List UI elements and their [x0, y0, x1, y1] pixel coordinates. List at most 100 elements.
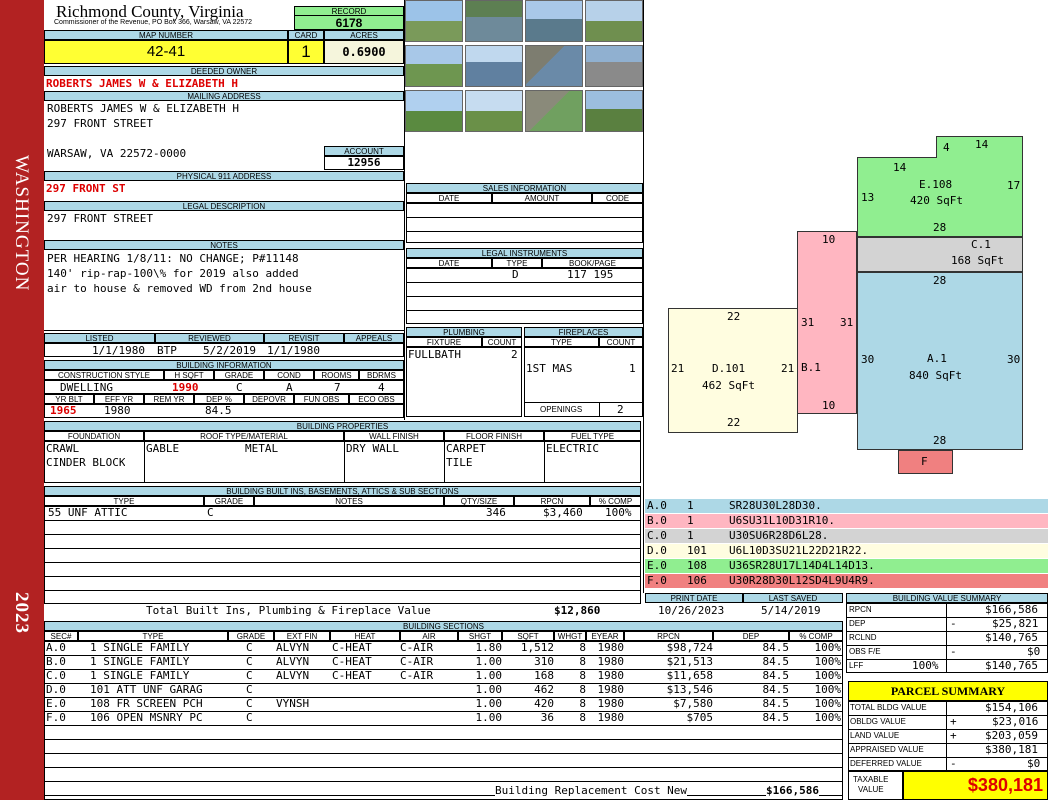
effyr-value: 1980	[104, 404, 131, 417]
li-book-value: 117 195	[567, 268, 614, 281]
legend-desc: U6SU31L10D31R10.	[729, 514, 835, 527]
roof-header: ROOF TYPE/MATERIAL	[144, 431, 344, 441]
parcel-obldg-sign: +	[950, 715, 957, 728]
table-cell: 84.5	[762, 711, 790, 724]
mailing-line-1: ROBERTS JAMES W & ELIZABETH H	[47, 102, 240, 115]
sections-col-header: RPCN	[624, 631, 713, 641]
table-cell: 1980	[597, 669, 625, 682]
bvs-obs-sign: -	[950, 645, 957, 658]
bvs-lfr-label: LFF	[849, 661, 864, 670]
dim-b-right: 31	[840, 316, 854, 329]
sketch-f-label: F	[921, 455, 928, 468]
dim-e-bottom: 28	[933, 221, 947, 234]
bvs-dep-sign: -	[950, 617, 957, 630]
builtins-header: BUILDING BUILT INS, BASEMENTS, ATTICS & …	[44, 486, 641, 496]
photo-water-2	[465, 45, 523, 87]
sales-date-header: DATE	[406, 193, 492, 203]
legend-row: C.0 1 U30SU6R28D6L28.	[645, 529, 1048, 543]
dep-header: DEP %	[194, 394, 244, 404]
side-year: 2023	[11, 592, 32, 634]
table-cell: 100%	[814, 655, 842, 668]
revisit-value: 1/1/1980	[267, 344, 320, 357]
construction-style-value: DWELLING	[60, 381, 113, 394]
table-cell: 310	[534, 655, 554, 668]
parcel-appraised-label: APPRAISED VALUE	[850, 745, 924, 754]
bdrms-header: BDRMS	[359, 370, 404, 380]
table-cell: D.0	[46, 683, 66, 696]
sketch-d-label: D.101	[712, 362, 746, 375]
plumbing-fixture-header: FIXTURE	[406, 337, 482, 347]
photo-driveway	[585, 45, 643, 87]
table-cell: C.0	[46, 669, 66, 682]
fp-openings-value: 2	[617, 403, 624, 416]
table-cell: 1.00	[475, 711, 503, 724]
table-cell: 1 SINGLE FAMILY	[90, 669, 190, 682]
table-cell: $21,513	[666, 655, 713, 668]
mailing-line-2: 297 FRONT STREET	[47, 117, 153, 130]
replacement-value: $166,586	[766, 784, 819, 797]
yrblt-value: 1965	[50, 404, 77, 417]
legend-code: 108	[687, 559, 707, 572]
table-cell: 84.5	[762, 641, 790, 654]
rooms-header: ROOMS	[314, 370, 359, 380]
sections-col-header: SQFT	[502, 631, 554, 641]
photo-house-3	[405, 45, 463, 87]
table-cell: 100%	[814, 711, 842, 724]
dim-b-bottom: 10	[822, 399, 836, 412]
fuel-value: ELECTRIC	[546, 442, 599, 455]
fireplaces-header: FIREPLACES	[524, 327, 643, 337]
notes-line-2: 140' rip-rap-100\% for 2019 also added	[47, 267, 299, 280]
table-cell: ALVYN	[276, 641, 310, 654]
table-cell: 8	[579, 655, 586, 668]
table-cell: F.0	[46, 711, 66, 724]
legend-desc: U30SU6R28D6L28.	[729, 529, 829, 542]
dim-d-top: 22	[727, 310, 741, 323]
parcel-taxable-value: $380,181	[903, 771, 1048, 800]
table-cell: 1 SINGLE FAMILY	[90, 641, 190, 654]
legend-row: E.0 108 U36SR28U17L14D4L14D13.	[645, 559, 1048, 573]
bvs-dep-value: $25,821	[992, 617, 1039, 630]
table-cell: 1980	[597, 655, 625, 668]
parcel-total-bldg-value: $154,106	[985, 701, 1038, 714]
table-cell: 1.00	[475, 669, 503, 682]
dim-d-left: 21	[671, 362, 685, 375]
sections-col-header: GRADE	[228, 631, 274, 641]
bvs-rpcn-value: $166,586	[985, 603, 1038, 616]
card-header: CARD	[288, 30, 324, 40]
dim-e-top3: 14	[975, 138, 989, 151]
listed-value: 1/1/1980	[92, 344, 145, 357]
legend-sec: E.0	[647, 559, 667, 572]
legend-row: F.0 106 U30R28D30L12SD4L9U4R9.	[645, 574, 1048, 588]
sketch-a-label: A.1	[927, 352, 947, 365]
table-cell: ALVYN	[276, 655, 310, 668]
table-cell: E.0	[46, 697, 66, 710]
card-value: 1	[288, 40, 324, 64]
photo-riprap-1	[525, 45, 583, 87]
acres-header: ACRES	[324, 30, 404, 40]
fp-type-value: 1ST MAS	[526, 362, 573, 375]
roof-material-value: METAL	[245, 442, 279, 455]
parcel-land-sign: +	[950, 729, 957, 742]
rooms-value: 7	[334, 381, 341, 394]
legend-sec: C.0	[647, 529, 667, 542]
sections-col-header: DEP	[713, 631, 789, 641]
map-number-value: 42-41	[44, 40, 288, 64]
legend-code: 101	[687, 544, 707, 557]
sections-col-header: WHGT	[554, 631, 586, 641]
li-type-value: D	[512, 268, 519, 281]
foundation-header: FOUNDATION	[44, 431, 144, 441]
builtins-total-label: Total Built Ins, Plumbing & Fireplace Va…	[146, 604, 431, 617]
table-cell: 1 SINGLE FAMILY	[90, 655, 190, 668]
fuel-header: FUEL TYPE	[544, 431, 641, 441]
reviewed-by: BTP	[157, 344, 177, 357]
parcel-deferred-label: DEFERRED VALUE	[850, 759, 922, 768]
table-cell: 84.5	[762, 669, 790, 682]
parcel-deferred-sign: -	[950, 757, 957, 770]
map-number-header: MAP NUMBER	[44, 30, 288, 40]
foundation-value-2: CINDER BLOCK	[46, 456, 126, 469]
bvs-obs-label: OBS F/E	[849, 647, 881, 656]
dim-a-bottom: 28	[933, 434, 947, 447]
builtins-total-value: $12,860	[554, 604, 601, 617]
dim-b-left: 31	[801, 316, 815, 329]
bi-row-type: 55 UNF ATTIC	[48, 506, 128, 519]
